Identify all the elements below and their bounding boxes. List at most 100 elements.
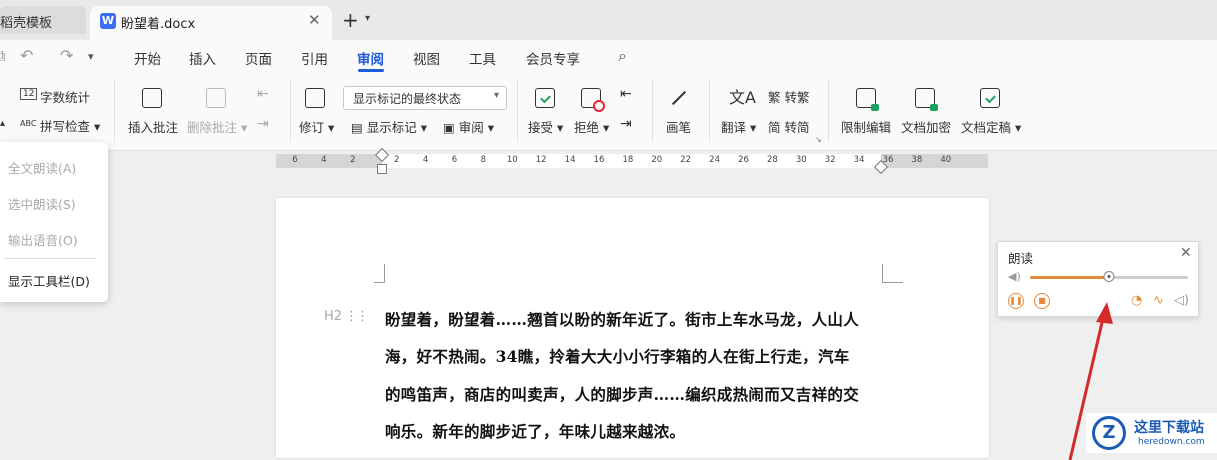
menu-page[interactable]: 页面	[245, 48, 272, 68]
menu-item-show-toolbar[interactable]: 显示工具栏(D)	[8, 271, 90, 290]
insert-comment-button[interactable]: 插入批注	[128, 117, 178, 136]
menu-member[interactable]: 会员专享	[526, 48, 580, 68]
divider	[290, 80, 291, 142]
menu-tools[interactable]: 工具	[469, 48, 496, 68]
restrict-edit-icon	[856, 88, 879, 111]
menu-view[interactable]: 视图	[413, 48, 440, 68]
close-icon[interactable]: ✕	[308, 11, 321, 29]
divider	[114, 80, 115, 142]
translate-button[interactable]: 翻译 ▾	[721, 117, 756, 136]
menu-review[interactable]: 审阅	[357, 48, 384, 68]
accept-button[interactable]: 接受 ▾	[528, 117, 563, 136]
volume-icon[interactable]: ◁)	[1174, 293, 1189, 308]
new-tab-plus-icon[interactable]: +	[342, 8, 359, 32]
close-icon[interactable]: ✕	[1180, 245, 1192, 261]
reject-label: 拒绝	[574, 120, 600, 135]
menu-reference[interactable]: 引用	[301, 48, 328, 68]
voice-wave-icon[interactable]: ∿	[1153, 293, 1164, 308]
speed-icon[interactable]: ◔	[1131, 293, 1142, 308]
word-count-button[interactable]: 字数统计	[40, 87, 90, 106]
accept-icon	[535, 88, 555, 108]
finalize-doc-label: 文档定稿	[961, 120, 1012, 135]
search-icon[interactable]: ⌕	[618, 46, 627, 66]
menu-insert[interactable]: 插入	[189, 48, 216, 68]
reject-icon	[581, 88, 605, 112]
drag-handle-icon[interactable]: ⋮⋮	[345, 309, 369, 324]
menu-bar: ⧉ ↶ ↷ ▾ 开始 插入 页面 引用 审阅 视图 工具 会员专享 ⌕	[0, 40, 1217, 74]
menu-item-read-selection[interactable]: 选中朗读(S)	[8, 194, 76, 213]
margin-corner-left	[374, 264, 385, 283]
restrict-edit-button[interactable]: 限制编辑	[841, 117, 891, 136]
expand-dialog-icon[interactable]: ↘	[815, 135, 822, 144]
heading-style-badge[interactable]: H2	[324, 309, 342, 324]
paragraph-line[interactable]: 盼望着，盼望着……翘首以盼的新年近了。街市上车水马龙，人山人	[385, 308, 859, 330]
paragraph-line[interactable]: 响乐。新年的脚步近了，年味儿越来越浓。	[385, 420, 685, 442]
to-simplified-button[interactable]: 简 转简	[768, 117, 810, 136]
ruler-tick-label: 30	[795, 155, 807, 165]
menu-item-read-all[interactable]: 全文朗读(A)	[8, 158, 76, 177]
divider	[4, 258, 96, 259]
tab-document[interactable]: W 盼望着.docx ✕	[90, 6, 332, 40]
ruler-tick-label: 32	[824, 155, 836, 165]
read-progress-slider[interactable]	[1030, 271, 1188, 282]
chevron-down-icon[interactable]: ▾	[365, 13, 370, 24]
watermark: Z 这里下载站 heredown.com	[1086, 413, 1217, 453]
ruler-tick-label: 38	[911, 155, 923, 165]
redo-icon[interactable]: ↷	[60, 46, 73, 65]
horizontal-ruler[interactable]: 6 4 2 2 4 6 8 10 12 14 16 18 20 22 24 26 28 30 32 34 36 38 40	[276, 147, 988, 175]
to-traditional-button[interactable]: 繁 转繁	[768, 87, 810, 106]
markup-state-dropdown[interactable]: 显示标记的最终状态 ▾	[343, 86, 507, 110]
show-markup-label: 显示标记	[366, 120, 417, 135]
next-revision-icon[interactable]: ⇥	[620, 116, 632, 132]
tab-template[interactable]: 稻壳模板	[0, 6, 86, 34]
show-markup-button[interactable]: ▤ 显示标记 ▾	[351, 117, 427, 136]
left-indent-marker[interactable]	[377, 164, 387, 174]
undo-icon[interactable]: ↶	[20, 46, 33, 65]
ruler-tick-label: 14	[564, 155, 576, 165]
revise-button[interactable]: 修订 ▾	[299, 117, 334, 136]
delete-comment-button[interactable]: 删除批注 ▾	[187, 117, 247, 136]
next-comment-icon[interactable]: ⇥	[257, 116, 269, 132]
finalize-doc-icon	[980, 88, 1000, 108]
active-tab-indicator	[358, 69, 384, 72]
ruler-tick-label: 12	[535, 155, 547, 165]
watermark-name: 这里下载站	[1134, 420, 1204, 436]
spell-check-button[interactable]: 拼写检查 ▾	[40, 116, 100, 135]
translate-label: 翻译	[721, 120, 747, 135]
pause-icon[interactable]: ❚❚	[1008, 293, 1024, 309]
reject-button[interactable]: 拒绝 ▾	[574, 117, 609, 136]
ribbon-review: 12 字数统计 ABC 拼写检查 ▾ 插入批注 删除批注 ▾ ⇤ ⇥ 修订 ▾ …	[0, 74, 1217, 151]
word-doc-icon: W	[100, 13, 116, 29]
ruler-tick-label: 34	[853, 155, 865, 165]
delete-comment-icon	[206, 88, 226, 108]
speaker-icon[interactable]: ◀)	[1008, 270, 1021, 283]
finalize-doc-button[interactable]: 文档定稿 ▾	[961, 117, 1021, 136]
chevron-up-icon[interactable]: ▴	[0, 118, 5, 129]
ruler-tick-label: 4	[422, 155, 429, 165]
accept-label: 接受	[528, 120, 554, 135]
pen-button[interactable]: 画笔	[666, 117, 691, 136]
ruler-tick-label: 20	[651, 155, 663, 165]
stop-icon[interactable]: ■	[1034, 293, 1050, 309]
paragraph-line[interactable]: 的鸣笛声，商店的叫卖声，人的脚步声……编织成热闹而又吉祥的交	[385, 383, 859, 405]
menu-item-export-voice[interactable]: 输出语音(O)	[8, 230, 78, 249]
ruler-tick-label: 6	[451, 155, 458, 165]
save-icon[interactable]: ⧉	[0, 46, 5, 66]
review-pane-button[interactable]: ▣ 审阅 ▾	[443, 117, 494, 136]
previous-revision-icon[interactable]: ⇤	[620, 86, 632, 102]
ruler-tick-label: 10	[506, 155, 518, 165]
ruler-tick-label: 26	[738, 155, 749, 165]
encrypt-doc-button[interactable]: 文档加密	[901, 117, 951, 136]
previous-comment-icon[interactable]: ⇤	[257, 86, 269, 102]
chevron-down-icon[interactable]: ▾	[88, 50, 94, 63]
read-progress-thumb[interactable]	[1103, 271, 1115, 282]
delete-comment-label: 删除批注	[187, 120, 238, 135]
tab-bar: 稻壳模板 W 盼望着.docx ✕ + ▾	[0, 0, 1217, 40]
insert-comment-icon	[142, 88, 162, 108]
paragraph-line[interactable]: 海，好不热闹。34瞧，拎着大大小小行李箱的人在街上行走，汽车	[385, 345, 850, 367]
divider	[517, 80, 518, 142]
to-simplified-label: 转简	[784, 120, 810, 135]
ruler-tick-label: 2	[393, 155, 400, 165]
menu-home[interactable]: 开始	[134, 48, 161, 68]
ruler-tick-label: 24	[709, 155, 721, 165]
